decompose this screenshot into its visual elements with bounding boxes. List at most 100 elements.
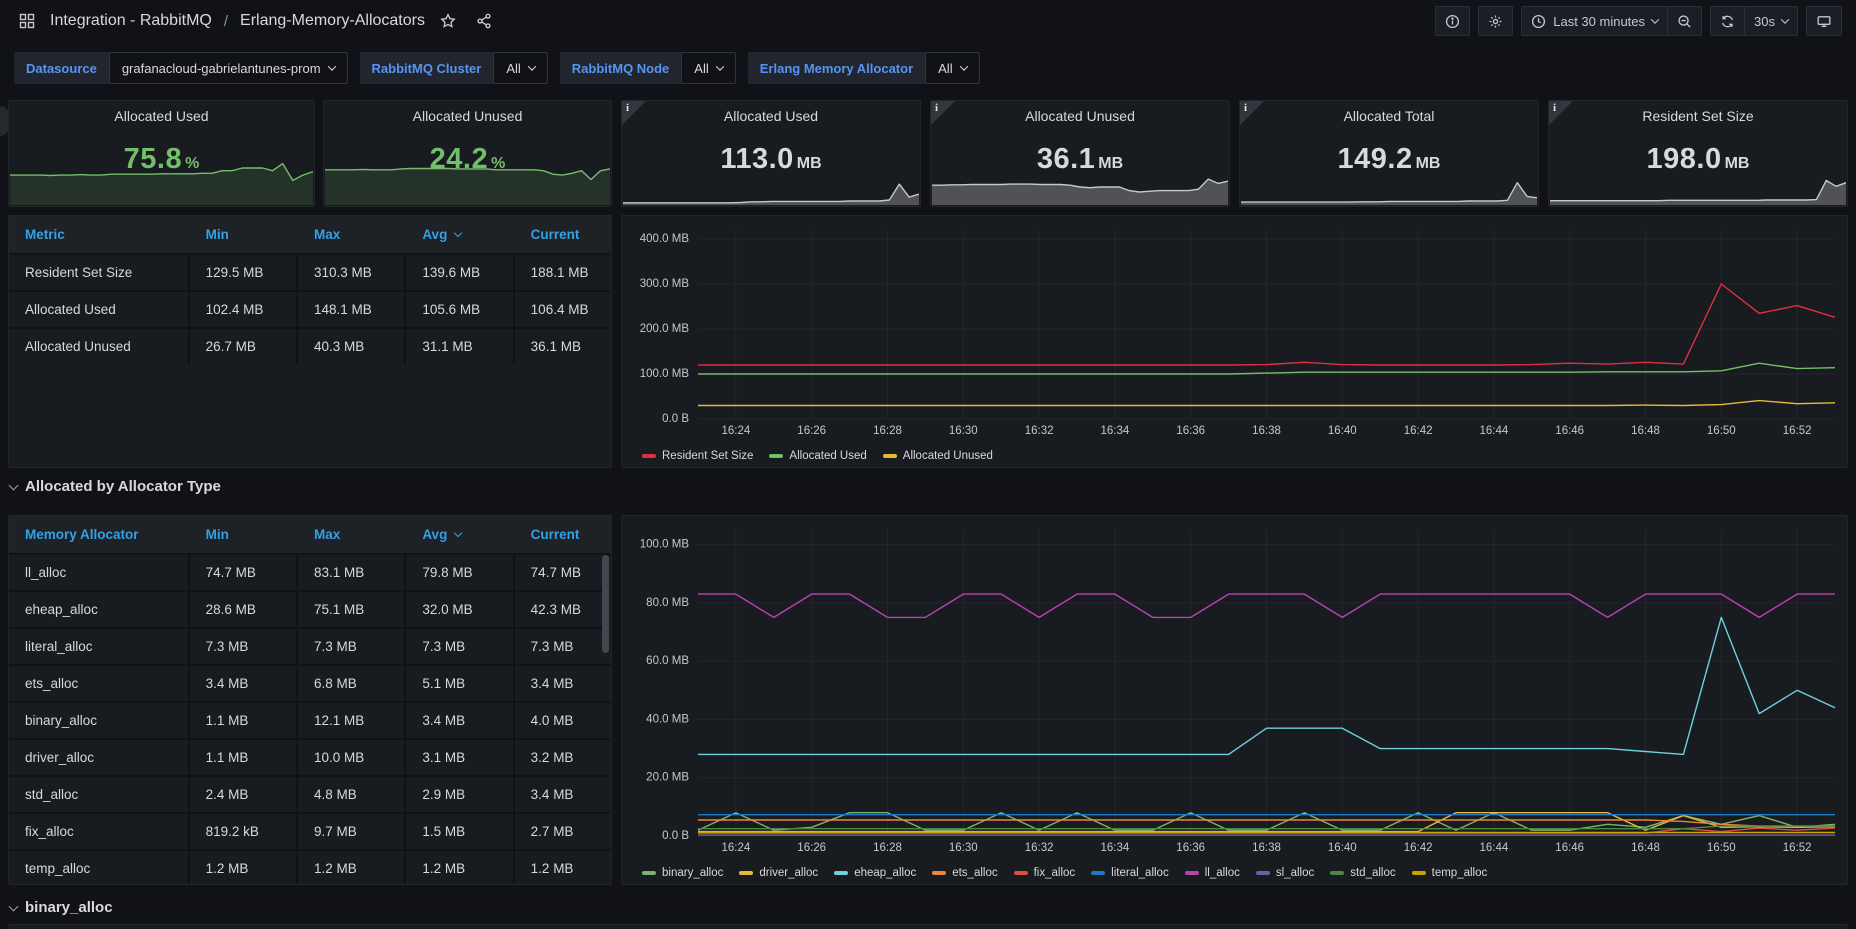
allocators-chart[interactable]: 0.0 B20.0 MB40.0 MB60.0 MB80.0 MB100.0 M… [622,516,1847,884]
column-header[interactable]: Metric [9,227,190,242]
svg-text:100.0 MB: 100.0 MB [640,368,690,380]
legend-item[interactable]: Resident Set Size [642,450,753,462]
table-cell: 3.4 MB [406,703,514,738]
stat-panel-allocated-unused-mb: i Allocated Unused 36.1MB [930,100,1230,207]
legend-item[interactable]: temp_alloc [1412,867,1488,879]
info-icon: i [1244,102,1247,114]
table-row: temp_alloc1.2 MB1.2 MB1.2 MB1.2 MB [9,849,611,884]
allocators-chart-panel: 0.0 B20.0 MB40.0 MB60.0 MB80.0 MB100.0 M… [621,515,1848,885]
panel-title[interactable]: Allocated Unused [931,101,1229,124]
panel-info-button[interactable] [1435,6,1470,36]
table-cell: 31.1 MB [406,329,514,364]
variable-value-cluster[interactable]: All [493,52,547,84]
legend-item[interactable]: Allocated Unused [883,450,993,462]
svg-text:16:34: 16:34 [1101,425,1130,437]
column-header[interactable]: Avg [406,227,514,242]
breadcrumb-current[interactable]: Erlang-Memory-Allocators [240,12,425,30]
svg-text:16:52: 16:52 [1783,425,1812,437]
svg-text:16:44: 16:44 [1480,425,1509,437]
allocator-table: Memory AllocatorMinMaxAvgCurrentll_alloc… [9,516,611,884]
chevron-down-icon [959,62,967,70]
table-cell: 4.0 MB [515,703,611,738]
table-cell: literal_alloc [9,629,190,664]
table-cell: 1.1 MB [190,740,298,775]
table-cell: Resident Set Size [9,255,190,290]
column-header[interactable]: Current [515,527,611,542]
variable-value-allocator[interactable]: All [925,52,979,84]
legend-item[interactable]: ets_alloc [932,867,997,879]
svg-text:16:40: 16:40 [1328,425,1357,437]
svg-text:16:36: 16:36 [1176,425,1205,437]
column-header[interactable]: Max [298,527,406,542]
legend-item[interactable]: fix_alloc [1014,867,1076,879]
column-header[interactable]: Min [190,227,298,242]
svg-text:40.0 MB: 40.0 MB [646,713,689,725]
column-header[interactable]: Current [515,227,611,242]
column-header[interactable]: Memory Allocator [9,527,190,542]
svg-text:100.0 MB: 100.0 MB [640,539,690,551]
time-range-picker[interactable]: Last 30 minutes [1521,6,1667,36]
section-row-allocated-by-allocator-type[interactable]: Allocated by Allocator Type [10,478,221,495]
info-icon: i [935,102,938,114]
legend-swatch [642,454,656,458]
table-cell: 102.4 MB [190,292,298,327]
metric-table: MetricMinMaxAvgCurrentResident Set Size1… [9,216,611,467]
section-title: binary_alloc [25,899,113,916]
scrollbar-thumb[interactable] [602,555,609,653]
table-cell: 74.7 MB [515,555,611,590]
table-header-row: Memory AllocatorMinMaxAvgCurrent [9,516,611,553]
column-header[interactable]: Avg [406,527,514,542]
svg-text:16:36: 16:36 [1176,842,1205,854]
chart-plot-area[interactable]: 0.0 B20.0 MB40.0 MB60.0 MB80.0 MB100.0 M… [622,516,1847,864]
table-row: Resident Set Size129.5 MB310.3 MB139.6 M… [9,253,611,290]
variable-value-node[interactable]: All [681,52,735,84]
legend-item[interactable]: driver_alloc [739,867,818,879]
legend-item[interactable]: Allocated Used [769,450,866,462]
chart-legend: binary_alloc driver_alloc eheap_alloc ets_a… [642,867,1487,879]
section-row-binary-alloc[interactable]: binary_alloc [10,899,113,916]
panel-title[interactable]: Allocated Total [1240,101,1538,124]
chevron-down-icon [327,62,335,70]
star-icon[interactable] [435,8,461,34]
column-header[interactable]: Min [190,527,298,542]
dashboard-settings-button[interactable] [1478,6,1513,36]
allocator-table-panel: Memory AllocatorMinMaxAvgCurrentll_alloc… [8,515,612,885]
refresh-interval-picker[interactable]: 30s [1744,6,1798,36]
legend-label: Resident Set Size [662,450,753,462]
cycle-view-button[interactable] [1806,6,1842,36]
legend-item[interactable]: ll_alloc [1185,867,1240,879]
legend-item[interactable]: eheap_alloc [834,867,916,879]
breadcrumb-root[interactable]: Integration - RabbitMQ [50,12,212,30]
zoom-out-button[interactable] [1667,6,1702,36]
table-cell: 5.1 MB [406,666,514,701]
table-header-row: MetricMinMaxAvgCurrent [9,216,611,253]
panel-title[interactable]: Allocated Used [9,101,314,124]
panel-title[interactable]: Resident Set Size [1549,101,1847,124]
share-icon[interactable] [471,8,497,34]
apps-grid-icon[interactable] [14,8,40,34]
legend-item[interactable]: std_alloc [1330,867,1395,879]
svg-text:16:38: 16:38 [1252,842,1281,854]
variable-value-datasource[interactable]: grafanacloud-gabrielantunes-prom [109,52,348,84]
overview-chart[interactable]: 0.0 B100.0 MB200.0 MB300.0 MB400.0 MB16:… [622,216,1847,467]
legend-item[interactable]: sl_alloc [1256,867,1314,879]
legend-item[interactable]: literal_alloc [1091,867,1169,879]
chevron-down-icon [528,62,536,70]
legend-label: Allocated Used [789,450,866,462]
panel-title[interactable]: Allocated Unused [324,101,611,124]
table-cell: 7.3 MB [515,629,611,664]
table-cell: temp_alloc [9,851,190,884]
refresh-button[interactable] [1710,6,1744,36]
sparkline [10,161,313,205]
svg-text:16:30: 16:30 [949,842,978,854]
legend-item[interactable]: binary_alloc [642,867,723,879]
sparkline [325,161,610,205]
column-header[interactable]: Max [298,227,406,242]
legend-label: fix_alloc [1034,867,1076,879]
chart-plot-area[interactable]: 0.0 B100.0 MB200.0 MB300.0 MB400.0 MB16:… [622,216,1847,447]
svg-text:16:26: 16:26 [797,425,826,437]
svg-text:20.0 MB: 20.0 MB [646,772,689,784]
svg-text:200.0 MB: 200.0 MB [640,323,690,335]
panel-title[interactable]: Allocated Used [622,101,920,124]
table-scrollbar[interactable] [602,555,609,882]
